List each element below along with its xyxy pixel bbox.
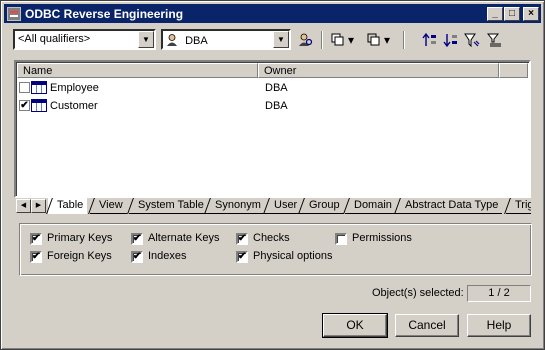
maximize-button[interactable]: □: [504, 6, 520, 21]
owner-select[interactable]: DBA ▼: [161, 29, 291, 50]
column-header-name[interactable]: Name: [17, 63, 258, 78]
table-icon: [31, 81, 47, 94]
toolbar-separator: [321, 31, 323, 49]
row-owner: DBA: [265, 100, 288, 112]
reverse-options-group: ✔ Primary Keys ✔ Foreign Keys ✔ Alternat…: [19, 223, 532, 276]
physical-options-label: Physical options: [253, 250, 333, 262]
indexes-label: Indexes: [148, 250, 187, 262]
tab-system-table[interactable]: System Table: [129, 198, 208, 214]
list-item[interactable]: ✔ Customer DBA: [18, 97, 528, 115]
list-item[interactable]: Employee DBA: [18, 79, 528, 97]
tab-domain[interactable]: Domain: [345, 198, 396, 214]
permissions-label: Permissions: [352, 232, 412, 244]
app-icon: [7, 6, 21, 21]
title-bar: ODBC Reverse Engineering _ □ ×: [4, 4, 541, 23]
qualifier-dropdown-arrow[interactable]: ▼: [138, 31, 154, 48]
window-title: ODBC Reverse Engineering: [25, 6, 184, 21]
object-type-tabs: ◀ ▶ Table View System Table Synonym User…: [14, 198, 531, 215]
alternate-keys-checkbox[interactable]: ✔: [131, 233, 143, 245]
qualifier-value: <All qualifiers>: [18, 33, 91, 45]
filter-settings-icon[interactable]: [486, 31, 504, 49]
help-button[interactable]: Help: [467, 314, 531, 337]
filter-icon[interactable]: [463, 31, 481, 49]
select-all-dropdown-icon[interactable]: ▾: [346, 31, 356, 49]
deselect-all-dropdown-icon[interactable]: ▾: [382, 31, 392, 49]
user-icon: [167, 34, 177, 46]
row-checkbox[interactable]: [19, 82, 30, 93]
object-list[interactable]: Name Owner Employee DBA ✔ Customer DBA: [14, 60, 531, 198]
column-header-owner[interactable]: Owner: [258, 63, 499, 78]
alternate-keys-label: Alternate Keys: [148, 232, 220, 244]
tab-abstract-data-type[interactable]: Abstract Data Type: [396, 198, 503, 214]
column-header-filler: [499, 63, 528, 78]
tab-scroll-right-button[interactable]: ▶: [31, 199, 46, 213]
tab-table[interactable]: Table: [48, 198, 88, 214]
objects-selected-label: Object(s) selected:: [372, 287, 464, 299]
owner-dropdown-arrow[interactable]: ▼: [273, 31, 289, 48]
sort-ascending-icon[interactable]: [421, 31, 439, 49]
tab-scroll-left-button[interactable]: ◀: [16, 199, 31, 213]
tab-group[interactable]: Group: [300, 198, 344, 214]
row-owner: DBA: [265, 82, 288, 94]
tab-view[interactable]: View: [90, 198, 127, 214]
sort-descending-icon[interactable]: [442, 31, 460, 49]
tab-trigger[interactable]: Trig: [506, 198, 531, 214]
row-name: Employee: [50, 82, 99, 94]
row-name: Customer: [50, 100, 98, 112]
primary-keys-checkbox[interactable]: ✔: [30, 233, 42, 245]
tab-user[interactable]: User: [265, 198, 302, 214]
cancel-button[interactable]: Cancel: [395, 314, 459, 337]
objects-selected-count: 1 / 2: [467, 285, 531, 302]
odbc-reverse-engineering-dialog: ODBC Reverse Engineering _ □ × <All qual…: [0, 0, 545, 350]
foreign-keys-checkbox[interactable]: ✔: [30, 251, 42, 263]
minimize-button[interactable]: _: [487, 6, 503, 21]
select-all-icon[interactable]: [329, 31, 347, 49]
foreign-keys-label: Foreign Keys: [47, 250, 112, 262]
toolbar-separator-2: [403, 31, 405, 49]
owner-value: DBA: [185, 35, 208, 47]
permissions-checkbox[interactable]: [335, 233, 347, 245]
tab-synonym[interactable]: Synonym: [206, 198, 265, 214]
row-checkbox[interactable]: ✔: [19, 100, 30, 111]
deselect-all-icon[interactable]: [365, 31, 383, 49]
select-owner-icon[interactable]: [297, 31, 315, 49]
qualifier-select[interactable]: <All qualifiers> ▼: [13, 29, 156, 50]
list-header: Name Owner: [17, 63, 528, 78]
checks-checkbox[interactable]: ✔: [236, 233, 248, 245]
table-icon: [31, 99, 47, 112]
indexes-checkbox[interactable]: ✔: [131, 251, 143, 263]
checks-label: Checks: [253, 232, 290, 244]
ok-button[interactable]: OK: [322, 313, 388, 338]
physical-options-checkbox[interactable]: ✔: [236, 251, 248, 263]
close-button[interactable]: ×: [523, 6, 539, 21]
primary-keys-label: Primary Keys: [47, 232, 113, 244]
